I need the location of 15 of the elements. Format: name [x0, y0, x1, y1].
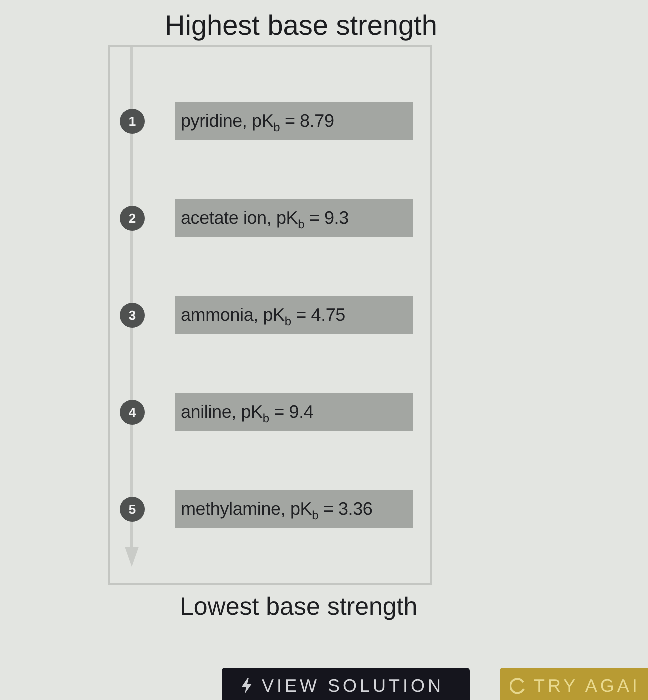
refresh-icon [510, 678, 526, 694]
ranking-heading: Highest base strength [165, 9, 438, 42]
rank-number-badge: 3 [120, 302, 145, 328]
rank-number-badge: 1 [120, 108, 145, 134]
answer-item[interactable]: methylamine, pK$_{b}$ = 3.36 [175, 490, 413, 528]
view-solution-button[interactable]: VIEW SOLUTION [222, 668, 470, 700]
ranking-footer-label: Lowest base strength [180, 593, 418, 621]
rank-number-badge: 2 [120, 206, 145, 230]
answer-item[interactable]: aniline, pK$_{b}$ = 9.4 [175, 393, 413, 431]
rank-number-badge: 4 [120, 400, 145, 424]
answer-item[interactable]: ammonia, pK$_{b}$ = 4.75 [175, 296, 413, 334]
answer-item[interactable]: acetate ion, pK$_{b}$ = 9.3 [175, 199, 413, 237]
answer-item[interactable]: pyridine, pK$_{b}$ = 8.79 [175, 102, 413, 140]
lightning-icon [242, 678, 252, 694]
rank-number-badge: 5 [120, 496, 145, 522]
